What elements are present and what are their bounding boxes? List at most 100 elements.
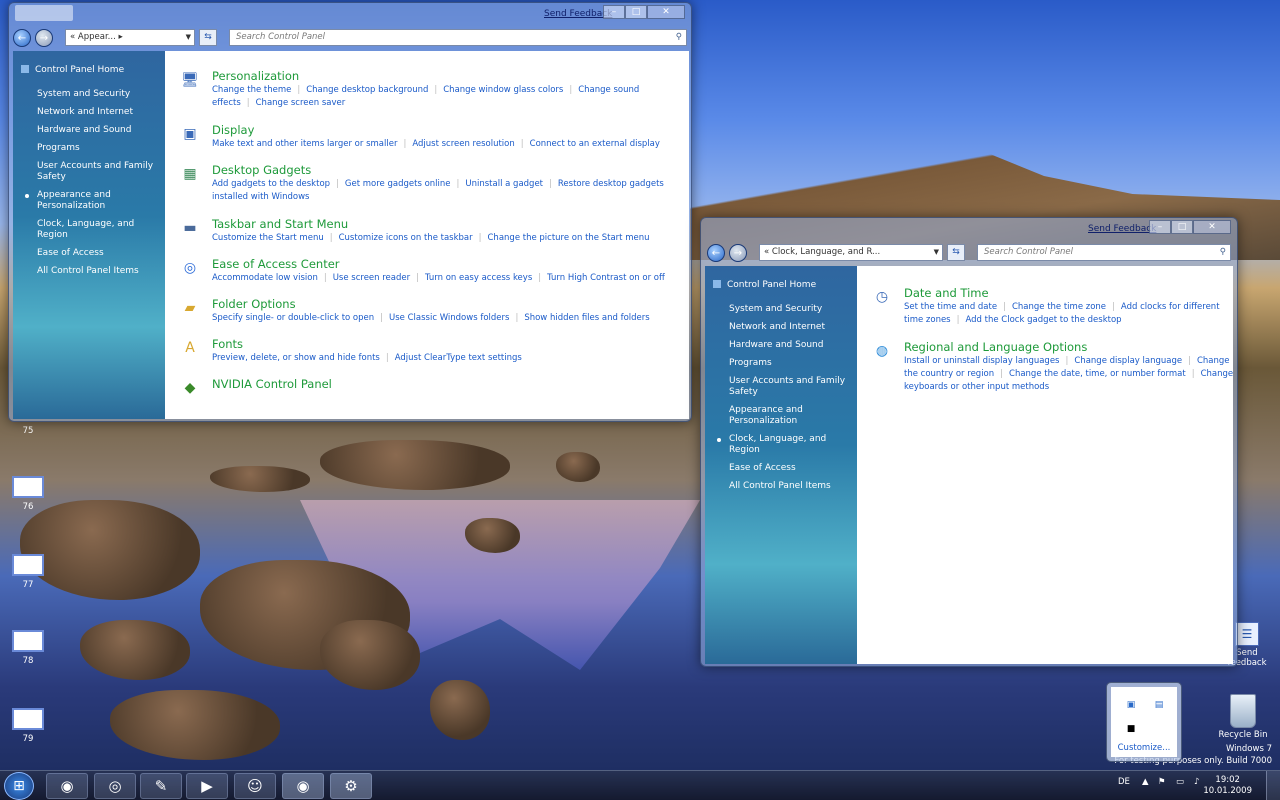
app-icon[interactable]: ■ [1125, 723, 1137, 735]
sidebar-item[interactable]: Appearance and Personalization [25, 190, 165, 212]
task-link[interactable]: Customize the Start menu [212, 233, 324, 243]
task-link[interactable]: Change window glass colors [443, 85, 563, 95]
task-link[interactable]: Turn High Contrast on or off [547, 273, 665, 283]
update-icon[interactable]: ▤ [1153, 699, 1165, 711]
title-bar[interactable]: Send Feedback – □ ✕ [701, 218, 1237, 242]
task-link[interactable]: Specify single- or double-click to open [212, 313, 374, 323]
task-link[interactable]: Use Classic Windows folders [389, 313, 509, 323]
category-title-link[interactable]: Date and Time [904, 286, 989, 300]
desktop-icon[interactable]: 78 [3, 630, 53, 666]
task-link[interactable]: Add gadgets to the desktop [212, 179, 330, 189]
desktop-icon[interactable]: 76 [3, 476, 53, 512]
taskbar-button-paint[interactable]: ✎ [140, 773, 182, 799]
task-link[interactable]: Install or uninstall display languages [904, 356, 1060, 366]
back-button[interactable]: ← [707, 244, 725, 262]
sidebar-item[interactable]: User Accounts and Family Safety [37, 161, 165, 183]
taskbar-button-control-panel[interactable]: ⚙ [330, 773, 372, 799]
show-desktop-button[interactable] [1266, 771, 1280, 800]
sidebar-item[interactable]: Ease of Access [37, 248, 165, 259]
close-button[interactable]: ✕ [647, 5, 685, 19]
recycle-bin-icon[interactable]: Recycle Bin [1218, 694, 1268, 740]
search-icon[interactable]: ⚲ [676, 30, 682, 45]
chevron-down-icon[interactable]: ▼ [934, 245, 939, 260]
search-input[interactable]: Search Control Panel ⚲ [977, 244, 1231, 261]
sidebar-item[interactable]: System and Security [729, 304, 857, 315]
taskbar-button-firefox-2[interactable]: ◉ [282, 773, 324, 799]
control-panel-window-clock[interactable]: Send Feedback – □ ✕ ← → « Clock, Languag… [700, 217, 1238, 667]
task-link[interactable]: Change display language [1074, 356, 1182, 366]
search-icon[interactable]: ⚲ [1220, 245, 1226, 260]
task-link[interactable]: Uninstall a gadget [465, 179, 543, 189]
task-link[interactable]: Change the picture on the Start menu [488, 233, 650, 243]
start-button[interactable]: ⊞ [4, 772, 34, 800]
category-title-link[interactable]: Personalization [212, 69, 299, 83]
address-bar[interactable]: « Clock, Language, and R... ▼ [759, 244, 943, 261]
sidebar-item[interactable]: Network and Internet [37, 107, 165, 118]
task-link[interactable]: Use screen reader [333, 273, 410, 283]
task-link[interactable]: Accommodate low vision [212, 273, 318, 283]
refresh-button[interactable]: ⇆ [947, 244, 965, 261]
language-indicator[interactable]: DE [1118, 777, 1130, 787]
network-tray-icon[interactable]: ▭ [1176, 777, 1184, 787]
task-link[interactable]: Connect to an external display [530, 139, 660, 149]
volume-icon[interactable]: ♪ [1194, 777, 1199, 787]
show-hidden-icons-arrow[interactable]: ▲ [1142, 777, 1149, 787]
sidebar-item[interactable]: Network and Internet [729, 322, 857, 333]
task-link[interactable]: Make text and other items larger or smal… [212, 139, 397, 149]
desktop-icon[interactable]: 75 [3, 426, 53, 436]
category-title-link[interactable]: Display [212, 123, 254, 137]
task-link[interactable]: Adjust ClearType text settings [395, 353, 522, 363]
task-link[interactable]: Change the date, time, or number format [1009, 369, 1186, 379]
task-link[interactable]: Change the time zone [1012, 302, 1106, 312]
refresh-button[interactable]: ⇆ [199, 29, 217, 46]
control-panel-window-appearance[interactable]: Send Feedback – □ ✕ ← → « Appear... ▸ ▼ … [8, 2, 692, 422]
sidebar-item[interactable]: Programs [37, 143, 165, 154]
task-link[interactable]: Change desktop background [306, 85, 428, 95]
category-title-link[interactable]: Ease of Access Center [212, 257, 340, 271]
category-title-link[interactable]: Fonts [212, 337, 243, 351]
taskbar-button-firefox[interactable]: ◉ [46, 773, 88, 799]
action-center-icon[interactable]: ⚑ [1158, 777, 1166, 787]
task-link[interactable]: Change the theme [212, 85, 291, 95]
control-panel-home-link[interactable]: Control Panel Home [21, 65, 124, 75]
customize-link[interactable]: Customize... [1111, 743, 1177, 753]
task-link[interactable]: Preview, delete, or show and hide fonts [212, 353, 380, 363]
category-title-link[interactable]: Folder Options [212, 297, 296, 311]
sidebar-item[interactable]: Appearance and Personalization [729, 405, 857, 427]
task-link[interactable]: Customize icons on the taskbar [339, 233, 473, 243]
task-link[interactable]: Show hidden files and folders [524, 313, 649, 323]
task-link[interactable]: Adjust screen resolution [412, 139, 514, 149]
desktop-icon[interactable]: 77 [3, 554, 53, 590]
sidebar-item[interactable]: All Control Panel Items [729, 481, 857, 492]
sidebar-item[interactable]: Clock, Language, and Region [37, 219, 165, 241]
task-link[interactable]: Change screen saver [256, 98, 346, 108]
task-link[interactable]: Get more gadgets online [345, 179, 451, 189]
maximize-button[interactable]: □ [625, 5, 647, 19]
taskbar-button-media[interactable]: ◎ [94, 773, 136, 799]
chevron-down-icon[interactable]: ▼ [186, 30, 191, 45]
back-button[interactable]: ← [13, 29, 31, 47]
sidebar-item[interactable]: Hardware and Sound [729, 340, 857, 351]
sidebar-item[interactable]: Clock, Language, and Region [717, 434, 857, 456]
sidebar-item[interactable]: Programs [729, 358, 857, 369]
taskbar-button-messenger[interactable]: ☺ [234, 773, 276, 799]
category-title-link[interactable]: Regional and Language Options [904, 340, 1087, 354]
sidebar-item[interactable]: System and Security [37, 89, 165, 100]
control-panel-home-link[interactable]: Control Panel Home [713, 280, 816, 290]
sidebar-item[interactable]: All Control Panel Items [37, 266, 165, 277]
network-icon[interactable]: ▣ [1125, 699, 1137, 711]
send-feedback-link[interactable]: Send Feedback [1088, 224, 1156, 234]
minimize-button[interactable]: – [1149, 220, 1171, 234]
task-link[interactable]: Turn on easy access keys [425, 273, 532, 283]
taskbar-button-media-player[interactable]: ▶ [186, 773, 228, 799]
forward-button[interactable]: → [729, 244, 747, 262]
sidebar-item[interactable]: Hardware and Sound [37, 125, 165, 136]
sidebar-item[interactable]: Ease of Access [729, 463, 857, 474]
task-link[interactable]: Add the Clock gadget to the desktop [966, 315, 1122, 325]
category-title-link[interactable]: Desktop Gadgets [212, 163, 311, 177]
task-link[interactable]: Set the time and date [904, 302, 997, 312]
clock[interactable]: 19:02 10.01.2009 [1203, 775, 1252, 797]
close-button[interactable]: ✕ [1193, 220, 1231, 234]
search-input[interactable]: Search Control Panel ⚲ [229, 29, 687, 46]
maximize-button[interactable]: □ [1171, 220, 1193, 234]
